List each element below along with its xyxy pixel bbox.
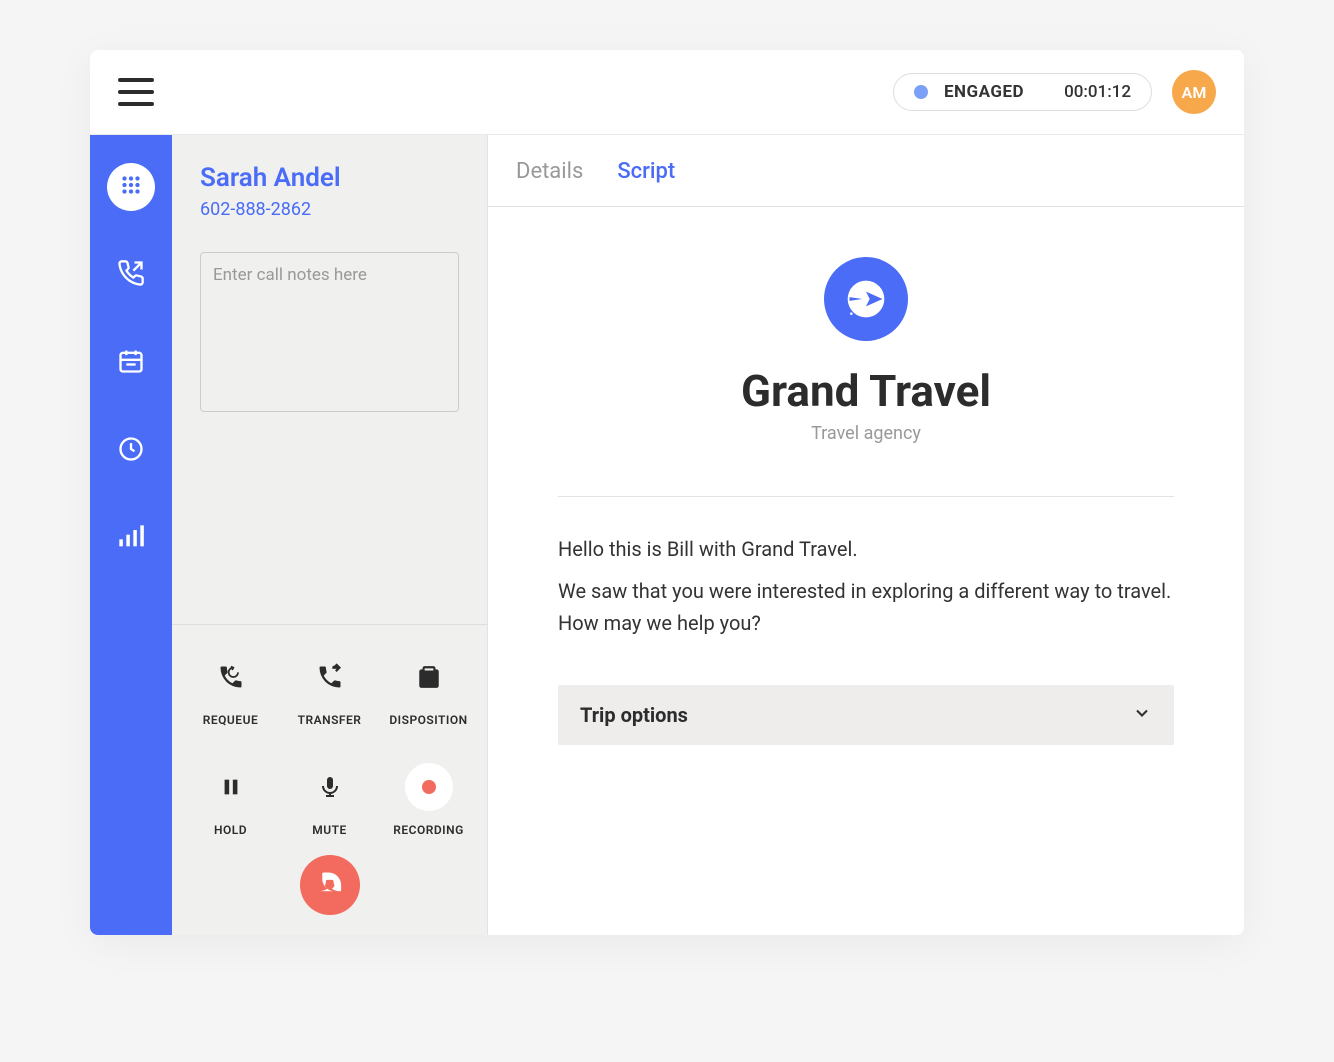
clock-icon — [117, 435, 145, 467]
nav-outbound-call[interactable] — [107, 251, 155, 299]
pause-icon — [207, 763, 255, 811]
mic-icon — [306, 763, 354, 811]
caller-phone: 602-888-2862 — [200, 199, 459, 220]
brand-name: Grand Travel — [741, 365, 991, 417]
chevron-down-icon — [1132, 703, 1152, 727]
call-panel: Sarah Andel 602-888-2862 REQUEUE — [172, 135, 488, 935]
call-controls: REQUEUE TRANSFER DISPOSITION — [172, 624, 487, 935]
calendar-icon — [117, 347, 145, 379]
mute-button[interactable]: MUTE — [283, 763, 376, 837]
app-window: ENGAGED 00:01:12 AM — [90, 50, 1244, 935]
divider — [558, 496, 1174, 497]
script-line-2: We saw that you were interested in explo… — [558, 575, 1174, 639]
hangup-button[interactable] — [184, 855, 475, 915]
record-icon — [405, 763, 453, 811]
topbar: ENGAGED 00:01:12 AM — [90, 50, 1244, 135]
script-body: Grand Travel Travel agency Hello this is… — [488, 207, 1244, 795]
hold-button[interactable]: HOLD — [184, 763, 277, 837]
tab-script[interactable]: Script — [617, 159, 675, 206]
brand-icon — [824, 257, 908, 341]
requeue-icon — [207, 653, 255, 701]
clipboard-icon — [405, 653, 453, 701]
avatar[interactable]: AM — [1172, 70, 1216, 114]
recording-label: RECORDING — [393, 823, 464, 837]
requeue-label: REQUEUE — [203, 713, 258, 727]
status-pill[interactable]: ENGAGED 00:01:12 — [893, 73, 1152, 111]
menu-icon[interactable] — [118, 78, 154, 106]
transfer-icon — [306, 653, 354, 701]
disposition-button[interactable]: DISPOSITION — [382, 653, 475, 727]
nav-stats[interactable] — [107, 515, 155, 563]
dialpad-icon — [118, 172, 144, 202]
nav-schedule[interactable] — [107, 339, 155, 387]
transfer-button[interactable]: TRANSFER — [283, 653, 376, 727]
topbar-right: ENGAGED 00:01:12 AM — [893, 70, 1216, 114]
trip-options-dropdown[interactable]: Trip options — [558, 685, 1174, 745]
disposition-label: DISPOSITION — [389, 713, 467, 727]
recording-button[interactable]: RECORDING — [382, 763, 475, 837]
mute-label: MUTE — [312, 823, 347, 837]
nav-dialpad[interactable] — [107, 163, 155, 211]
hold-label: HOLD — [214, 823, 247, 837]
script-text: Hello this is Bill with Grand Travel. We… — [558, 533, 1174, 649]
nav-rail — [90, 135, 172, 935]
content-area: Details Script Grand Travel Travel agenc… — [488, 135, 1244, 935]
status-dot-icon — [914, 85, 928, 99]
caller-info: Sarah Andel 602-888-2862 — [172, 135, 487, 240]
bar-chart-icon — [117, 523, 145, 555]
avatar-initials: AM — [1182, 83, 1207, 102]
tab-details[interactable]: Details — [516, 159, 583, 206]
script-line-1: Hello this is Bill with Grand Travel. — [558, 533, 1174, 565]
status-label: ENGAGED — [944, 82, 1024, 102]
hangup-icon — [314, 867, 346, 903]
transfer-label: TRANSFER — [298, 713, 362, 727]
main: Sarah Andel 602-888-2862 REQUEUE — [90, 135, 1244, 935]
caller-name: Sarah Andel — [200, 163, 459, 193]
tabs: Details Script — [488, 135, 1244, 207]
requeue-button[interactable]: REQUEUE — [184, 653, 277, 727]
dropdown-label: Trip options — [580, 703, 688, 727]
nav-history[interactable] — [107, 427, 155, 475]
outbound-call-icon — [117, 259, 145, 291]
call-notes-input[interactable] — [200, 252, 459, 412]
status-timer: 00:01:12 — [1064, 82, 1131, 102]
brand-subtitle: Travel agency — [811, 423, 921, 444]
